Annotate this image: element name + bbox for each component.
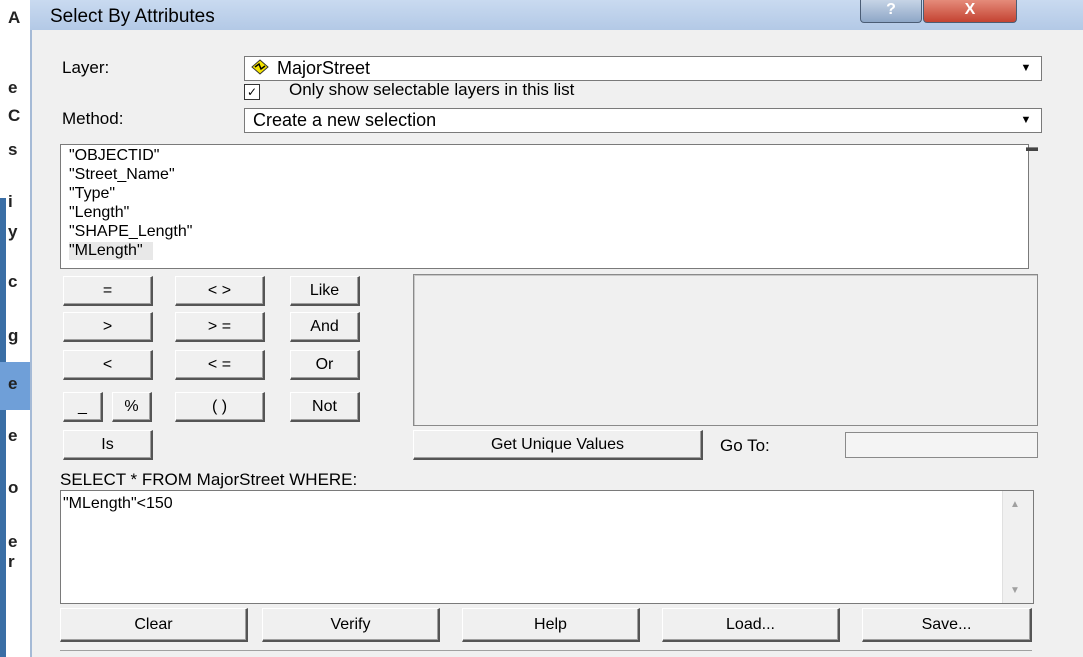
sql-prefix-label: SELECT * FROM MajorStreet WHERE:	[60, 470, 358, 489]
background-text: e	[8, 426, 18, 445]
background-window: A e C s i y c g e e o e r	[0, 0, 31, 657]
layer-value: MajorStreet	[277, 58, 371, 78]
verify-button[interactable]: Verify	[262, 608, 440, 642]
clear-button[interactable]: Clear	[60, 608, 248, 642]
like-button[interactable]: Like	[290, 276, 360, 306]
question-icon: ?	[886, 1, 896, 18]
background-text: g	[8, 326, 19, 345]
close-button[interactable]: X	[923, 0, 1017, 23]
list-item[interactable]: "SHAPE_Length"	[69, 223, 192, 241]
close-icon: X	[964, 1, 976, 18]
checkmark-icon: ✓	[246, 85, 258, 99]
scroll-up-icon[interactable]: ▲	[1010, 499, 1020, 510]
unique-values-list[interactable]	[413, 274, 1038, 426]
help-title-button[interactable]: ?	[860, 0, 922, 23]
list-item[interactable]: "Length"	[69, 204, 129, 222]
greater-than-button[interactable]: >	[63, 312, 153, 342]
scroll-down-icon[interactable]: ▼	[1010, 585, 1020, 596]
dialog-title: Select By Attributes	[50, 6, 215, 27]
chevron-down-icon[interactable]: ▼	[1013, 59, 1039, 77]
background-text: y	[8, 222, 18, 241]
sql-scrollbar[interactable]: ▲ ▼	[1002, 491, 1033, 603]
background-text: C	[8, 106, 21, 125]
method-label: Method:	[62, 109, 124, 128]
list-item[interactable]: "Type"	[69, 185, 115, 203]
background-text: e	[8, 78, 18, 97]
background-text: c	[8, 272, 18, 291]
load-button[interactable]: Load...	[662, 608, 840, 642]
not-equals-button[interactable]: < >	[175, 276, 265, 306]
greater-equal-button[interactable]: > =	[175, 312, 265, 342]
fields-list[interactable]: "OBJECTID" "Street_Name" "Type" "Length"…	[60, 144, 1029, 269]
list-resize-icon[interactable]: ▬	[1026, 140, 1038, 154]
less-equal-button[interactable]: < =	[175, 350, 265, 380]
method-value: Create a new selection	[253, 110, 437, 130]
list-item[interactable]: "OBJECTID"	[69, 147, 159, 165]
divider	[60, 650, 1032, 651]
background-scrollbar	[0, 198, 6, 657]
and-button[interactable]: And	[290, 312, 360, 342]
sql-expression-box[interactable]: "MLength"<150 ▲ ▼	[60, 490, 1034, 604]
or-button[interactable]: Or	[290, 350, 360, 380]
selectable-only-checkbox[interactable]: ✓	[244, 84, 260, 100]
help-button[interactable]: Help	[462, 608, 640, 642]
background-text: o	[8, 478, 19, 497]
layer-polyline-icon	[251, 59, 269, 75]
selectable-only-label: Only show selectable layers in this list	[289, 80, 575, 99]
goto-input[interactable]	[845, 432, 1038, 458]
save-button[interactable]: Save...	[862, 608, 1032, 642]
is-button[interactable]: Is	[63, 430, 153, 460]
sql-expression-text: "MLength"<150	[63, 495, 173, 512]
less-than-button[interactable]: <	[63, 350, 153, 380]
equals-button[interactable]: =	[63, 276, 153, 306]
layer-dropdown[interactable]: MajorStreet ▼	[244, 56, 1042, 81]
parentheses-button[interactable]: ( )	[175, 392, 265, 422]
layer-label: Layer:	[62, 58, 110, 77]
chevron-down-icon[interactable]: ▼	[1013, 111, 1039, 129]
background-text: A	[8, 8, 21, 27]
list-item[interactable]: "Street_Name"	[69, 166, 175, 184]
title-bar[interactable]: Select By Attributes ? X	[30, 0, 1083, 30]
get-unique-values-button[interactable]: Get Unique Values	[413, 430, 703, 460]
background-text: s	[8, 140, 18, 159]
background-text: r	[8, 552, 15, 571]
underscore-button[interactable]: _	[63, 392, 103, 422]
not-button[interactable]: Not	[290, 392, 360, 422]
method-dropdown[interactable]: Create a new selection ▼	[244, 108, 1042, 133]
goto-label: Go To:	[720, 436, 770, 455]
background-text: i	[8, 192, 13, 211]
percent-button[interactable]: %	[112, 392, 152, 422]
background-text: e	[8, 374, 18, 393]
select-by-attributes-dialog: Select By Attributes ? X Layer: MajorStr…	[30, 0, 1083, 657]
background-text: e	[8, 532, 18, 551]
list-item-selected[interactable]: "MLength"	[69, 242, 153, 260]
